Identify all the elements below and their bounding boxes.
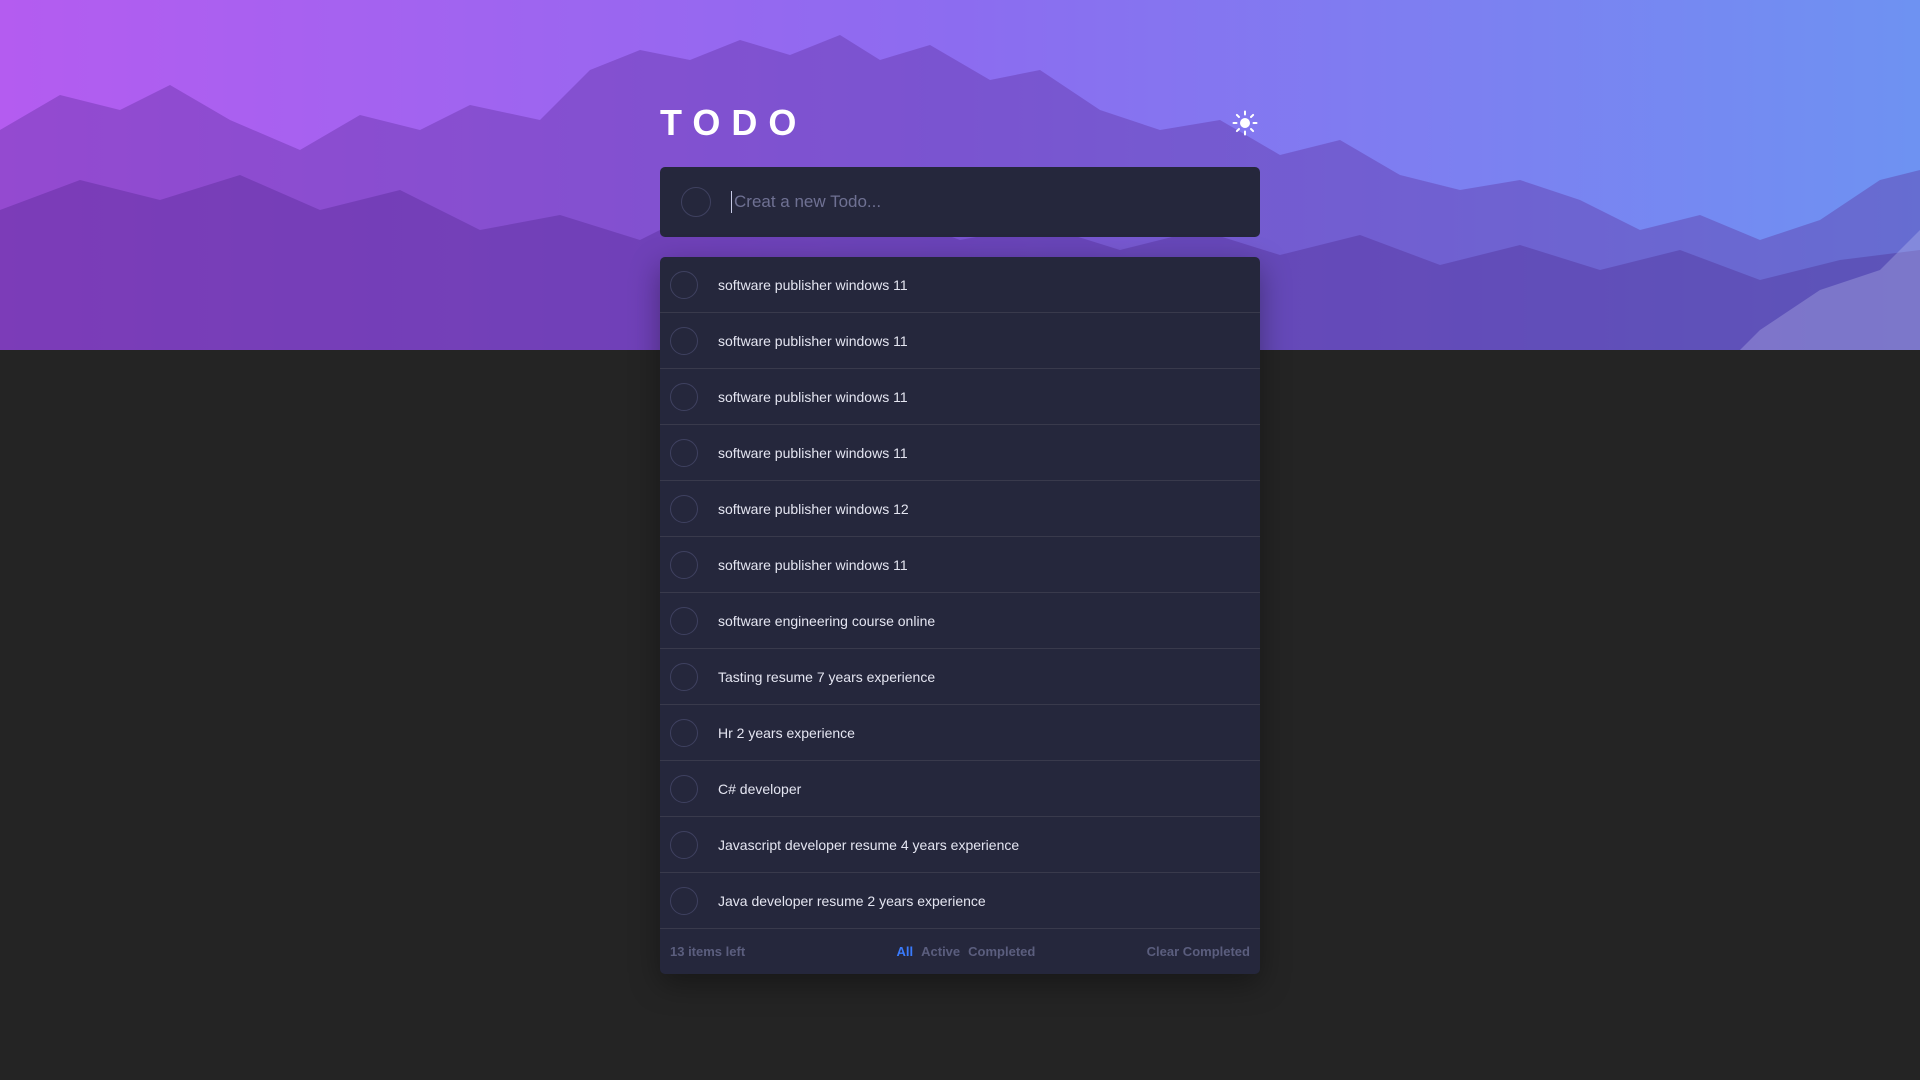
todo-item[interactable]: Hr 2 years experience [660,705,1260,761]
todo-list: software publisher windows 11 software p… [660,257,1260,974]
todo-item[interactable]: software engineering course online [660,593,1260,649]
todo-item[interactable]: Tasting resume 7 years experience [660,649,1260,705]
todo-text: Hr 2 years experience [718,724,855,741]
todo-text: software engineering course online [718,612,936,629]
todo-item[interactable]: software publisher windows 11 [660,537,1260,593]
todo-item[interactable]: C# developer [660,761,1260,817]
todo-item[interactable]: software publisher windows 11 [660,369,1260,425]
todo-text: Tasting resume 7 years experience [718,668,936,685]
theme-toggle-button[interactable] [1230,108,1260,138]
todo-text: software publisher windows 11 [718,556,908,573]
todo-text: software publisher windows 11 [718,332,908,349]
todo-text: software publisher windows 11 [718,276,908,293]
filter-all-button[interactable]: All [897,944,914,959]
items-left-count: 13 items left [670,944,746,959]
todo-check-circle[interactable] [670,270,698,299]
page-title: TODO [660,102,808,143]
todo-text: Javascript developer resume 4 years expe… [718,836,1020,853]
filter-group: All Active Completed [897,944,1036,959]
todo-item[interactable]: Java developer resume 2 years experience [660,873,1260,929]
todo-check-circle[interactable] [670,886,698,915]
sun-icon [1232,110,1258,136]
todo-text: software publisher windows 11 [718,388,908,405]
todo-check-circle[interactable] [670,774,698,803]
todo-text: C# developer [718,780,802,797]
clear-completed-button[interactable]: Clear Completed [1147,944,1250,959]
todo-check-circle[interactable] [670,662,698,691]
todo-text: Java developer resume 2 years experience [718,892,986,909]
todo-item[interactable]: software publisher windows 11 [660,425,1260,481]
todo-text: software publisher windows 12 [718,500,909,517]
todo-item[interactable]: software publisher windows 12 [660,481,1260,537]
todo-check-circle[interactable] [670,606,698,635]
todo-check-circle[interactable] [670,382,698,411]
todo-check-circle[interactable] [670,550,698,579]
todo-check-circle[interactable] [670,438,698,467]
new-todo-input[interactable] [731,191,1260,213]
todo-check-circle[interactable] [670,718,698,747]
todo-check-circle[interactable] [670,326,698,355]
new-todo-bar [660,167,1260,237]
todo-item[interactable]: Javascript developer resume 4 years expe… [660,817,1260,873]
todo-text: software publisher windows 11 [718,444,908,461]
list-footer: 13 items left All Active Completed Clear… [660,929,1260,974]
todo-item[interactable]: software publisher windows 11 [660,257,1260,313]
filter-active-button[interactable]: Active [921,944,960,959]
todo-check-circle[interactable] [670,830,698,859]
filter-completed-button[interactable]: Completed [968,944,1035,959]
app-header: TODO [660,100,1260,146]
todo-check-circle[interactable] [670,494,698,523]
todo-item[interactable]: software publisher windows 11 [660,313,1260,369]
new-todo-check-circle[interactable] [681,187,711,217]
